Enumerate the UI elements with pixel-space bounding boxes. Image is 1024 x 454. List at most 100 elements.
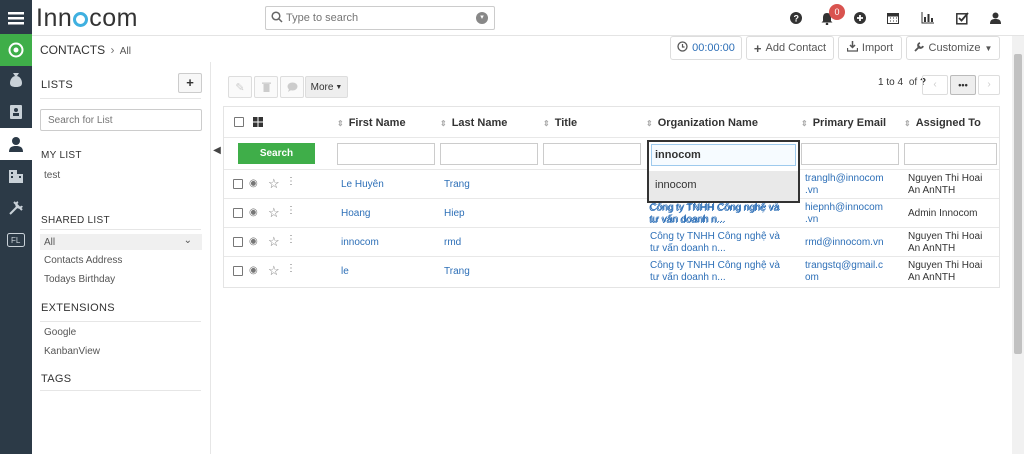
- calendar-icon[interactable]: [885, 10, 901, 26]
- column-header-assigned-to[interactable]: ⇕ Assigned To: [904, 117, 981, 129]
- filter-last-name-input[interactable]: [440, 143, 538, 165]
- cell-last-name[interactable]: Hiep: [444, 208, 465, 220]
- global-search[interactable]: ▾: [265, 6, 495, 30]
- vertical-scrollbar[interactable]: [1012, 36, 1024, 454]
- filter-organization-input[interactable]: innocom: [651, 144, 796, 166]
- module-title[interactable]: CONTACTS: [40, 43, 105, 57]
- row-checkbox[interactable]: [233, 266, 243, 276]
- cell-email[interactable]: hiepnh@innocom .vn: [805, 202, 883, 225]
- shared-list-item-contacts-address[interactable]: Contacts Address: [44, 255, 122, 266]
- add-contact-button[interactable]: + Add Contact: [746, 36, 834, 60]
- kebab-menu-icon[interactable]: ⋮: [286, 263, 296, 274]
- cell-email[interactable]: trangstq@gmail.c om: [805, 260, 883, 283]
- previous-page-icon[interactable]: ‹: [922, 75, 948, 95]
- shared-list-heading: SHARED LIST: [41, 215, 110, 226]
- left-icon-rail: FL: [0, 0, 32, 454]
- cell-organization[interactable]: Công ty TNHH Công nghệ và tư vấn doanh n.…: [650, 231, 780, 254]
- contacts-table: ⇕ First Name ⇕ Last Name ⇕ Title ⇕ Organizat…: [223, 106, 1000, 288]
- column-header-last-name[interactable]: ⇕ Last Name: [440, 117, 507, 129]
- star-icon[interactable]: ☆: [268, 205, 280, 221]
- extensions-heading: EXTENSIONS: [41, 302, 115, 314]
- cell-last-name[interactable]: Trang: [444, 179, 470, 191]
- filter-email-input[interactable]: [801, 143, 899, 165]
- cell-email[interactable]: rmd@innocom.vn: [805, 237, 884, 249]
- tags-heading: TAGS: [41, 373, 72, 385]
- my-list-item-test[interactable]: test: [44, 170, 60, 181]
- search-list-input[interactable]: [40, 109, 202, 131]
- cell-email[interactable]: tranglh@innocom .vn: [805, 173, 884, 196]
- next-page-icon[interactable]: ›: [978, 75, 1000, 95]
- view-eye-icon[interactable]: ◉: [249, 236, 258, 247]
- import-button[interactable]: Import: [838, 36, 902, 60]
- comment-icon[interactable]: [280, 76, 304, 98]
- money-bag-icon[interactable]: [0, 64, 32, 96]
- view-eye-icon[interactable]: ◉: [249, 178, 258, 189]
- column-header-first-name[interactable]: ⇕ First Name: [337, 117, 406, 129]
- cell-first-name[interactable]: innocom: [341, 237, 379, 249]
- chevron-down-icon[interactable]: ⌄: [184, 235, 192, 246]
- shared-list-item-all[interactable]: All ⌄: [40, 234, 202, 250]
- tasks-checkbox-icon[interactable]: [954, 10, 970, 26]
- search-dropdown-icon[interactable]: ▾: [476, 12, 488, 24]
- star-icon[interactable]: ☆: [268, 234, 280, 250]
- row-checkbox[interactable]: [233, 237, 243, 247]
- view-eye-icon[interactable]: ◉: [249, 265, 258, 276]
- grid-view-icon[interactable]: [253, 117, 263, 130]
- global-search-input[interactable]: [286, 11, 471, 25]
- address-book-icon[interactable]: [0, 96, 32, 128]
- breadcrumb: CONTACTS › All: [40, 43, 131, 57]
- divider: [40, 390, 201, 391]
- tools-icon[interactable]: [0, 192, 32, 224]
- cell-organization[interactable]: Công ty TNHH Công nghệ và tư vấn doanh n.…: [649, 203, 779, 226]
- delete-trash-icon[interactable]: [254, 76, 278, 98]
- column-header-primary-email[interactable]: ⇕ Primary Email: [801, 117, 886, 129]
- contacts-icon[interactable]: [0, 128, 32, 160]
- innocom-logo[interactable]: Inn com: [36, 4, 138, 33]
- user-profile-icon[interactable]: [987, 10, 1003, 26]
- timer-button[interactable]: 00:00:00: [670, 36, 742, 60]
- kebab-menu-icon[interactable]: ⋮: [286, 176, 296, 187]
- filter-title-input[interactable]: [543, 143, 641, 165]
- add-list-button[interactable]: +: [178, 73, 202, 93]
- more-actions-dropdown[interactable]: More ▼: [305, 76, 348, 98]
- kebab-menu-icon[interactable]: ⋮: [286, 234, 296, 245]
- star-icon[interactable]: ☆: [268, 176, 280, 192]
- column-header-organization-name[interactable]: ⇕ Organization Name: [646, 117, 758, 129]
- cell-organization[interactable]: Công ty TNHH Công nghệ và tư vấn doanh n.…: [650, 260, 780, 283]
- customize-button[interactable]: Customize ▼: [906, 36, 1000, 60]
- fl-module-icon[interactable]: FL: [0, 224, 32, 256]
- cell-first-name[interactable]: Hoang: [341, 208, 370, 220]
- shared-list-item-todays-birthday[interactable]: Todays Birthday: [44, 274, 115, 285]
- extension-item-google[interactable]: Google: [44, 327, 76, 338]
- autocomplete-suggestion[interactable]: innocom: [649, 171, 798, 201]
- kebab-menu-icon[interactable]: ⋮: [286, 205, 296, 216]
- cell-last-name[interactable]: Trang: [444, 266, 470, 278]
- module-header: CONTACTS › All 00:00:00 + Add Contact Im…: [32, 36, 1024, 62]
- cell-first-name[interactable]: le: [341, 266, 349, 278]
- extension-item-kanbanview[interactable]: KanbanView: [44, 346, 100, 357]
- filter-assigned-to-input[interactable]: [904, 143, 997, 165]
- row-checkbox[interactable]: [233, 208, 243, 218]
- select-all-checkbox[interactable]: [234, 117, 244, 127]
- collapse-sidebar-icon[interactable]: ◀: [211, 145, 223, 161]
- filter-first-name-input[interactable]: [337, 143, 435, 165]
- edit-pencil-icon[interactable]: ✎: [228, 76, 252, 98]
- view-eye-icon[interactable]: ◉: [249, 207, 258, 218]
- reports-chart-icon[interactable]: [919, 10, 935, 26]
- star-icon[interactable]: ☆: [268, 263, 280, 279]
- breadcrumb-separator-icon: ›: [110, 43, 115, 57]
- scrollbar-thumb[interactable]: [1014, 54, 1022, 354]
- search-filter-button[interactable]: Search: [238, 143, 315, 164]
- divider: [40, 229, 201, 230]
- dashboard-icon[interactable]: [0, 34, 32, 66]
- cell-last-name[interactable]: rmd: [444, 237, 461, 249]
- page-jump-button[interactable]: •••: [950, 75, 976, 95]
- add-record-icon[interactable]: [852, 10, 868, 26]
- cell-assigned-to: Admin Innocom: [908, 208, 978, 219]
- cell-first-name[interactable]: Le Huyên: [341, 179, 384, 191]
- row-checkbox[interactable]: [233, 179, 243, 189]
- hamburger-menu-icon[interactable]: [0, 2, 32, 34]
- column-header-title[interactable]: ⇕ Title: [543, 117, 577, 129]
- help-icon[interactable]: ?: [788, 10, 804, 26]
- organization-building-icon[interactable]: [0, 160, 32, 192]
